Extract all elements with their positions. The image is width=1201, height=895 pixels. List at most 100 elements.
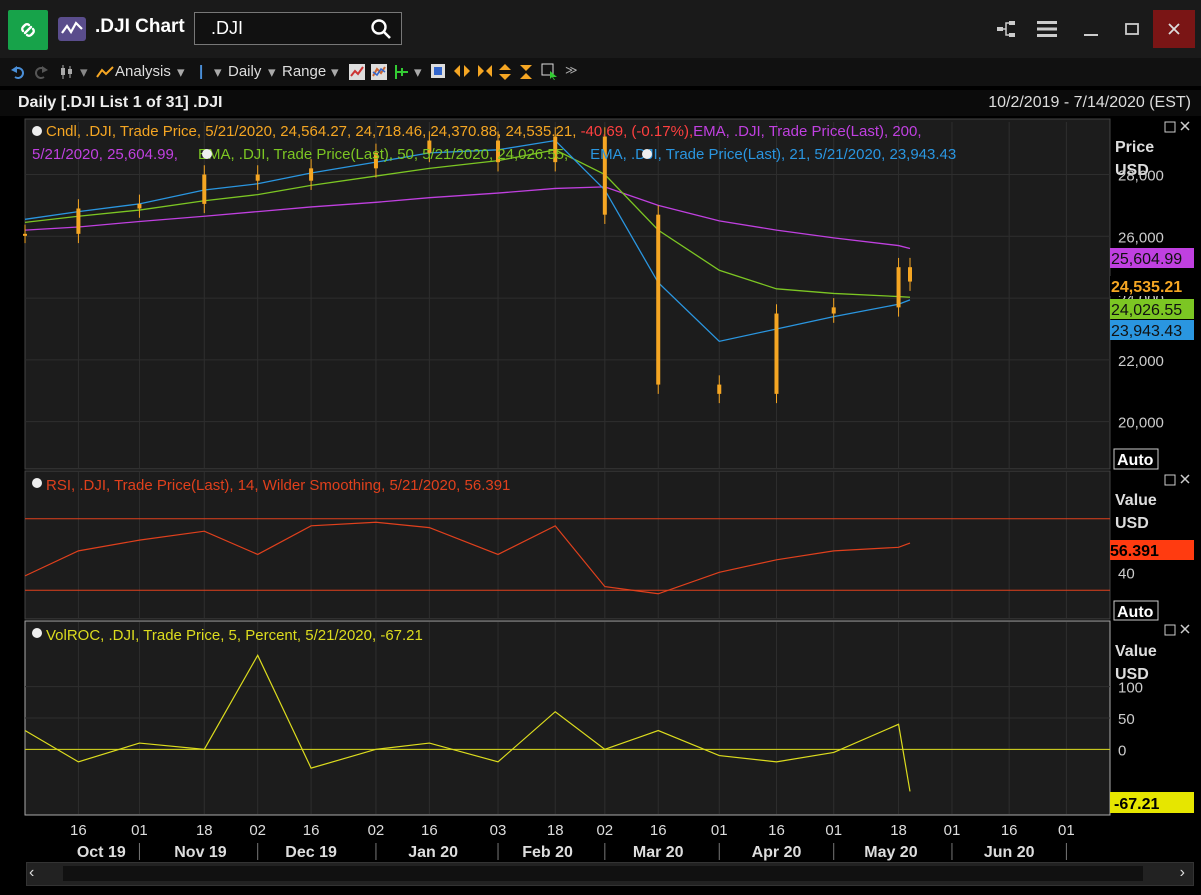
date-range: 10/2/2019 - 7/14/2020 (EST) — [988, 94, 1191, 111]
vol-value-label: -67.21 — [1114, 796, 1159, 813]
x-tick-label: 01 — [1058, 822, 1075, 839]
toolbar: ▾ Analysis ▾ | ▾ Daily ▾ Range ▾ ▾ ≫ — [0, 58, 1201, 86]
crosshair-icon[interactable]: | — [199, 63, 203, 80]
x-tick-label: 18 — [196, 822, 213, 839]
analysis-icon — [96, 66, 114, 78]
search-icon[interactable] — [370, 18, 392, 40]
x-tick-label: 16 — [421, 822, 438, 839]
x-tick-label: 16 — [768, 822, 785, 839]
maximize-button[interactable] — [1112, 10, 1152, 48]
compare-chart-icon[interactable] — [370, 63, 388, 81]
line-chart-icon[interactable] — [348, 63, 366, 81]
redo-icon[interactable] — [33, 64, 49, 80]
candle-body — [896, 267, 901, 308]
price-tag-label: 23,943.43 — [1111, 323, 1182, 340]
rsi-auto-label: Auto — [1117, 604, 1154, 621]
price-axis-title: Price — [1115, 139, 1154, 156]
month-label: Dec 19 — [285, 844, 337, 861]
chevron-down-icon[interactable]: ▾ — [177, 63, 185, 81]
x-tick-label: 02 — [368, 822, 385, 839]
rsi-axis-unit: USD — [1115, 515, 1149, 532]
month-label: Apr 20 — [752, 844, 802, 861]
cndl-legend: Cndl, .DJI, Trade Price, 5/21/2020, 24,5… — [46, 123, 922, 140]
month-label: Oct 19 — [77, 844, 126, 861]
x-tick-label: 03 — [490, 822, 507, 839]
chart-info-row: Daily [.DJI List 1 of 31] .DJI 10/2/2019… — [0, 90, 1201, 116]
minimize-button[interactable] — [1071, 10, 1111, 48]
horizontal-scrollbar[interactable]: ‹ › — [26, 862, 1194, 886]
zoom-box-icon[interactable] — [430, 63, 446, 79]
x-tick-label: 01 — [131, 822, 148, 839]
chevron-down-icon[interactable]: ▾ — [214, 63, 222, 81]
tree-view-icon[interactable] — [986, 10, 1026, 48]
ema-legend-line: 5/21/2020, 25,604.99, EMA, .DJI, Trade Pr… — [32, 146, 956, 163]
scroll-thumb[interactable] — [63, 866, 1143, 881]
window-title: .DJI Chart — [95, 16, 185, 37]
vol-axis-title: Value — [1115, 643, 1157, 660]
x-tick-label: 02 — [596, 822, 613, 839]
range-button[interactable]: Range — [282, 63, 326, 80]
compress-horizontal-icon[interactable] — [476, 64, 494, 78]
month-label: Feb 20 — [522, 844, 573, 861]
rsi-value-label: 56.391 — [1110, 543, 1159, 560]
chart-area[interactable]: Cndl, .DJI, Trade Price, 5/21/2020, 24,5… — [0, 116, 1201, 862]
link-app-icon[interactable] — [8, 10, 48, 50]
close-button[interactable] — [1153, 10, 1195, 48]
candle-body — [908, 267, 912, 282]
x-tick-label: 16 — [303, 822, 320, 839]
scroll-right-icon[interactable]: › — [1180, 864, 1185, 882]
chevron-down-icon[interactable]: ▾ — [331, 63, 339, 81]
x-tick-label: 01 — [944, 822, 961, 839]
compress-vertical-icon[interactable] — [519, 63, 533, 81]
candle-type-icon[interactable] — [58, 63, 76, 81]
chevron-down-icon[interactable]: ▾ — [268, 63, 276, 81]
price-tick-label: 28,000 — [1118, 168, 1164, 185]
rsi-tick-label: 40 — [1118, 565, 1135, 582]
month-label: Jun 20 — [984, 844, 1035, 861]
x-tick-label: 01 — [825, 822, 842, 839]
price-panel — [24, 118, 1111, 470]
x-tick-label: 16 — [1001, 822, 1018, 839]
more-tools-icon[interactable]: ≫ — [565, 63, 578, 77]
undo-icon[interactable] — [10, 64, 26, 80]
menu-icon[interactable] — [1028, 10, 1068, 48]
candle-body — [76, 208, 81, 234]
month-label: Nov 19 — [174, 844, 227, 861]
candle-body — [656, 214, 661, 385]
expand-vertical-icon[interactable] — [498, 63, 512, 81]
price-value-tags: 25,604.99 24,535.21 24,026.55 23,943.43 — [1110, 248, 1194, 340]
price-tick-label: 20,000 — [1118, 415, 1164, 432]
month-label: May 20 — [864, 844, 917, 861]
vol-tick-label: 50 — [1118, 711, 1135, 728]
price-tag-label: 24,535.21 — [1111, 279, 1182, 296]
candle-body — [202, 174, 207, 204]
vol-tick-label: 100 — [1118, 680, 1143, 697]
candle-body — [717, 384, 722, 394]
select-pointer-icon[interactable] — [541, 63, 559, 81]
candle-body — [831, 307, 836, 314]
price-auto-label: Auto — [1117, 452, 1154, 469]
rsi-ticks: 40 — [1118, 565, 1135, 582]
chevron-down-icon[interactable]: ▾ — [80, 63, 88, 81]
month-label: Jan 20 — [408, 844, 458, 861]
scroll-left-icon[interactable]: ‹ — [29, 864, 34, 882]
volroc-legend: VolROC, .DJI, Trade Price, 5, Percent, 5… — [46, 627, 423, 644]
candle-body — [774, 313, 779, 394]
chart-title: Daily [.DJI List 1 of 31] .DJI — [18, 94, 223, 111]
x-tick-label: 18 — [547, 822, 564, 839]
candle-body — [23, 233, 27, 236]
drawing-tools-icon[interactable] — [393, 63, 411, 81]
search-box[interactable] — [194, 12, 402, 45]
search-input[interactable] — [211, 18, 361, 39]
rsi-axis-title: Value — [1115, 492, 1157, 509]
analysis-button[interactable]: Analysis — [115, 63, 171, 80]
chevron-down-icon[interactable]: ▾ — [414, 63, 422, 81]
expand-horizontal-icon[interactable] — [453, 64, 471, 78]
candle-body — [255, 174, 260, 181]
month-label: Mar 20 — [633, 844, 684, 861]
price-tick-label: 26,000 — [1118, 229, 1164, 246]
price-tag-label: 25,604.99 — [1111, 251, 1182, 268]
x-tick-label: 16 — [650, 822, 667, 839]
interval-dropdown[interactable]: Daily — [228, 63, 261, 80]
candle-body — [137, 203, 142, 209]
